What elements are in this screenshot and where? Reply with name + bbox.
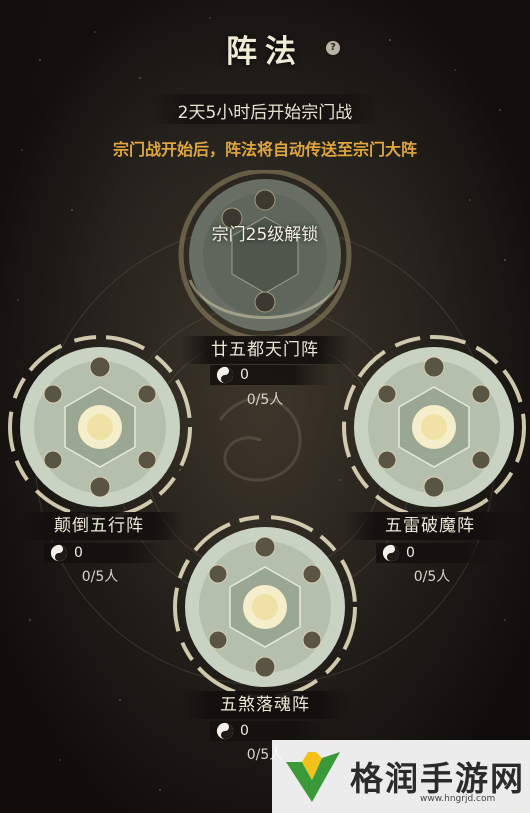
watermark-name: 格润手游网 (350, 759, 525, 798)
formation-capacity-locked: 0/5人 (246, 392, 284, 408)
formation-power-locked: 0 (240, 367, 249, 383)
formation-capacity-left: 0/5人 (81, 569, 119, 585)
yin-yang-icon (50, 544, 68, 562)
countdown-text: 2天5小时后开始宗门战 (177, 103, 353, 123)
formation-name-bottom: 五煞落魂阵 (180, 691, 350, 719)
formation-name-right: 五雷破魔阵 (345, 512, 515, 540)
formation-power-right: 0 (406, 545, 415, 561)
formation-power-bottom: 0 (240, 723, 249, 739)
watermark-url: www.hngrjd.com (420, 794, 496, 804)
yin-yang-icon (216, 366, 234, 384)
notice-text: 宗门战开始后，阵法将自动传送至宗门大阵 (112, 140, 417, 159)
page-title: 阵法 (226, 34, 304, 70)
formation-name-locked: 廿五都天门阵 (180, 336, 350, 364)
formation-power-left: 0 (74, 545, 83, 561)
formation-screen: 阵法 ? 2天5小时后开始宗门战 宗门战开始后，阵法将自动传送至宗门大阵 宗门2… (0, 0, 530, 813)
formation-capacity-right: 0/5人 (413, 569, 451, 585)
formation-bottom[interactable] (170, 512, 360, 702)
unlock-requirement-text: 宗门25级解锁 (211, 225, 319, 245)
formation-locked[interactable] (170, 170, 360, 340)
yin-yang-icon (382, 544, 400, 562)
yin-yang-icon (216, 722, 234, 740)
watermark-logo-icon (286, 752, 340, 802)
formation-name-left: 颠倒五行阵 (14, 512, 184, 540)
help-icon[interactable]: ? (326, 41, 340, 55)
formation-right[interactable] (339, 332, 529, 522)
formation-left[interactable] (5, 332, 195, 522)
